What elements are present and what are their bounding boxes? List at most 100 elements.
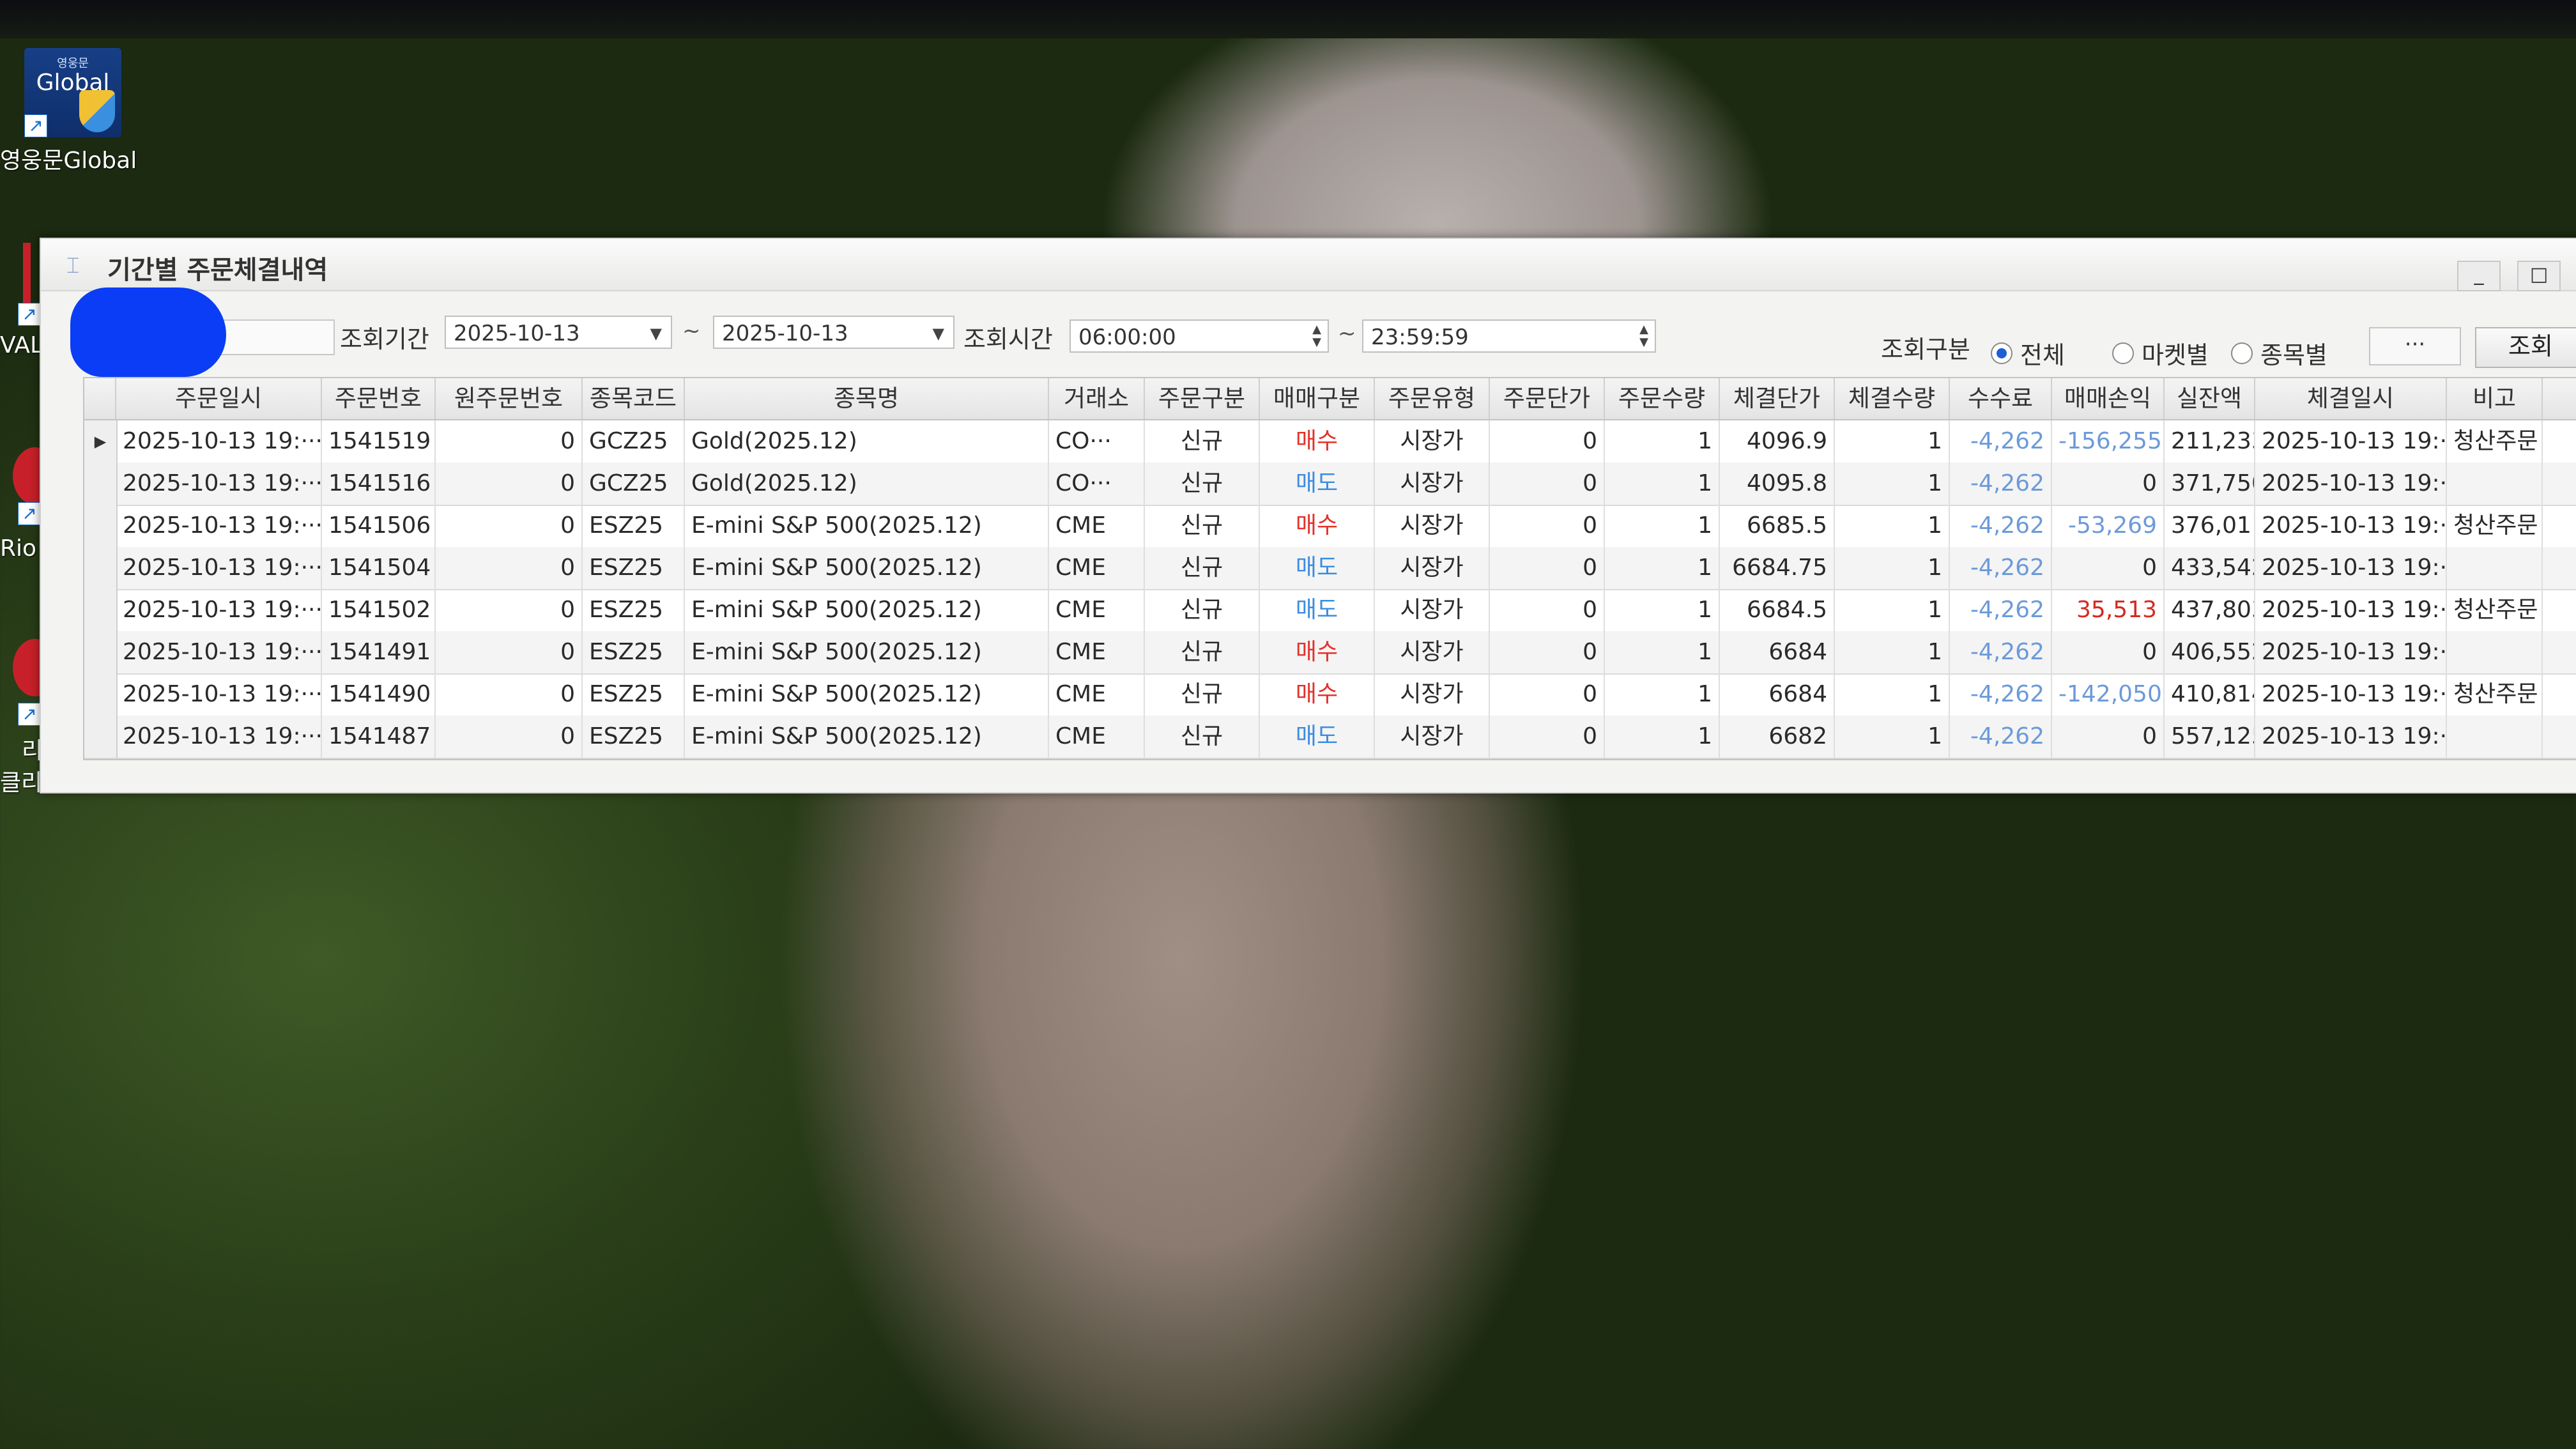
time-to-spinner[interactable]: 23:59:59 ▲ ▼ [1362,319,1656,353]
header-col-symbol-code[interactable]: 종목코드 [583,378,685,419]
desktop-icon-client[interactable]: ↗ 리 클리 [0,639,57,799]
date-from-select[interactable]: 2025-10-13 ▼ [445,316,672,349]
cell-symbol-name[interactable]: E-mini S&P 500(2025.12) [685,547,1049,589]
cell-order-type[interactable]: 시장가 [1375,631,1490,673]
cell-exchange[interactable]: CO··· [1049,420,1145,463]
cell-fill-price[interactable]: 6684 [1720,631,1835,673]
cell-pnl[interactable]: -156,255 [2052,420,2165,463]
cell-fill-price[interactable]: 4096.9 [1720,420,1835,463]
cell-orig-order-no[interactable]: 0 [436,547,583,589]
cell-order-no[interactable]: 1541506 [322,505,436,547]
cell-order-price[interactable]: 0 [1490,463,1605,505]
table-row[interactable]: 2025-10-13 19:··· 1541506 0 ESZ25 E-mini S&P… [84,505,2576,548]
cell-exchange[interactable]: CME [1049,631,1145,673]
header-col-side[interactable]: 매매구분 [1260,378,1375,419]
cell-order-kind[interactable]: 신규 [1145,589,1260,631]
cell-fill-qty[interactable]: 1 [1835,463,1950,505]
cell-fee[interactable]: -4,262 [1950,589,2052,631]
cell-order-kind[interactable]: 신규 [1145,505,1260,547]
cell-exchange[interactable]: CME [1049,505,1145,547]
cell-order-time[interactable]: 2025-10-13 19:··· [116,420,322,463]
cell-orig-order-no[interactable]: 0 [436,673,583,716]
cell-order-time[interactable]: 2025-10-13 19:··· [116,463,322,505]
cell-fill-qty[interactable]: 1 [1835,505,1950,547]
cell-pnl[interactable]: -142,050 [2052,673,2165,716]
cell-fill-qty[interactable]: 1 [1835,673,1950,716]
cell-fill-qty[interactable]: 1 [1835,547,1950,589]
cell-order-type[interactable]: 시장가 [1375,505,1490,547]
cell-order-time[interactable]: 2025-10-13 19:··· [116,673,322,716]
cell-fill-time[interactable]: 2025-10-13 19:··· [2255,631,2447,673]
cell-fill-qty[interactable]: 1 [1835,631,1950,673]
cell-symbol-name[interactable]: E-mini S&P 500(2025.12) [685,589,1049,631]
cell-order-price[interactable]: 0 [1490,589,1605,631]
table-row[interactable]: 2025-10-13 19:··· 1541487 0 ESZ25 E-mini S&P… [84,716,2576,759]
cell-symbol-code[interactable]: ESZ25 [583,505,685,547]
cell-order-time[interactable]: 2025-10-13 19:··· [116,547,322,589]
cell-symbol-code[interactable]: GCZ25 [583,420,685,463]
header-col-fill-price[interactable]: 체결단가 [1720,378,1835,419]
header-col-order-type[interactable]: 주문유형 [1375,378,1490,419]
cell-order-price[interactable]: 0 [1490,673,1605,716]
cell-fill-qty[interactable]: 1 [1835,716,1950,758]
time-from-spinner[interactable]: 06:00:00 ▲ ▼ [1070,319,1329,353]
cell-side[interactable]: 매도 [1260,463,1375,505]
cell-fill-price[interactable]: 6685.5 [1720,505,1835,547]
cell-order-qty[interactable]: 1 [1605,673,1720,716]
cell-symbol-name[interactable]: E-mini S&P 500(2025.12) [685,505,1049,547]
current-row-indicator-icon[interactable]: ▶ [84,420,118,463]
cell-symbol-code[interactable]: ESZ25 [583,631,685,673]
cell-order-type[interactable]: 시장가 [1375,589,1490,631]
header-col-fee[interactable]: 수수료 [1950,378,2052,419]
row-header[interactable] [84,673,118,716]
cell-symbol-name[interactable]: E-mini S&P 500(2025.12) [685,716,1049,758]
cell-orig-order-no[interactable]: 0 [436,716,583,758]
header-col-balance[interactable]: 실잔액 [2165,378,2255,419]
cell-symbol-name[interactable]: Gold(2025.12) [685,420,1049,463]
cell-orig-order-no[interactable]: 0 [436,631,583,673]
header-col-order-time[interactable]: 주문일시 [116,378,322,419]
cell-fill-time[interactable]: 2025-10-13 19:··· [2255,547,2447,589]
cell-fill-qty[interactable]: 1 [1835,420,1950,463]
cell-order-no[interactable]: 1541487 [322,716,436,758]
row-header[interactable] [84,589,118,631]
cell-order-kind[interactable]: 신규 [1145,420,1260,463]
cell-fee[interactable]: -4,262 [1950,505,2052,547]
header-col-orig-order-no[interactable]: 원주문번호 [436,378,583,419]
header-col-order-price[interactable]: 주문단가 [1490,378,1605,419]
cell-exchange[interactable]: CME [1049,673,1145,716]
cell-fill-time[interactable]: 2025-10-13 19:··· [2255,589,2447,631]
cell-order-qty[interactable]: 1 [1605,463,1720,505]
cell-order-qty[interactable]: 1 [1605,631,1720,673]
cell-fee[interactable]: -4,262 [1950,463,2052,505]
cell-symbol-code[interactable]: ESZ25 [583,716,685,758]
radio-market[interactable]: 마켓별 [2112,335,2209,371]
radio-symbol[interactable]: 종목별 [2231,335,2327,371]
cell-order-qty[interactable]: 1 [1605,420,1720,463]
cell-order-type[interactable]: 시장가 [1375,420,1490,463]
row-header[interactable] [84,505,118,547]
table-row[interactable]: ▶ 2025-10-13 19:··· 1541519 0 GCZ25 Gold(2025… [84,420,2576,464]
maximize-button[interactable]: □ [2517,261,2561,291]
cell-fill-price[interactable]: 6682 [1720,716,1835,758]
cell-symbol-code[interactable]: ESZ25 [583,589,685,631]
cell-fill-price[interactable]: 6684.75 [1720,547,1835,589]
cell-order-kind[interactable]: 신규 [1145,547,1260,589]
cell-balance[interactable]: 376,011 [2165,505,2255,547]
cell-order-qty[interactable]: 1 [1605,505,1720,547]
cell-order-no[interactable]: 1541519 [322,420,436,463]
cell-side[interactable]: 매도 [1260,589,1375,631]
date-to-select[interactable]: 2025-10-13 ▼ [713,316,954,349]
cell-balance[interactable]: 410,814 [2165,673,2255,716]
table-row[interactable]: 2025-10-13 19:··· 1541516 0 GCZ25 Gold(2025.… [84,463,2576,506]
cell-fee[interactable]: -4,262 [1950,420,2052,463]
cell-order-time[interactable]: 2025-10-13 19:··· [116,589,322,631]
cell-fill-qty[interactable]: 1 [1835,589,1950,631]
cell-side[interactable]: 매수 [1260,420,1375,463]
cell-order-no[interactable]: 1541491 [322,631,436,673]
cell-note[interactable] [2447,463,2543,505]
cell-orig-order-no[interactable]: 0 [436,505,583,547]
cell-order-type[interactable]: 시장가 [1375,716,1490,758]
cell-fill-price[interactable]: 6684.5 [1720,589,1835,631]
cell-balance[interactable]: 211,233 [2165,420,2255,463]
